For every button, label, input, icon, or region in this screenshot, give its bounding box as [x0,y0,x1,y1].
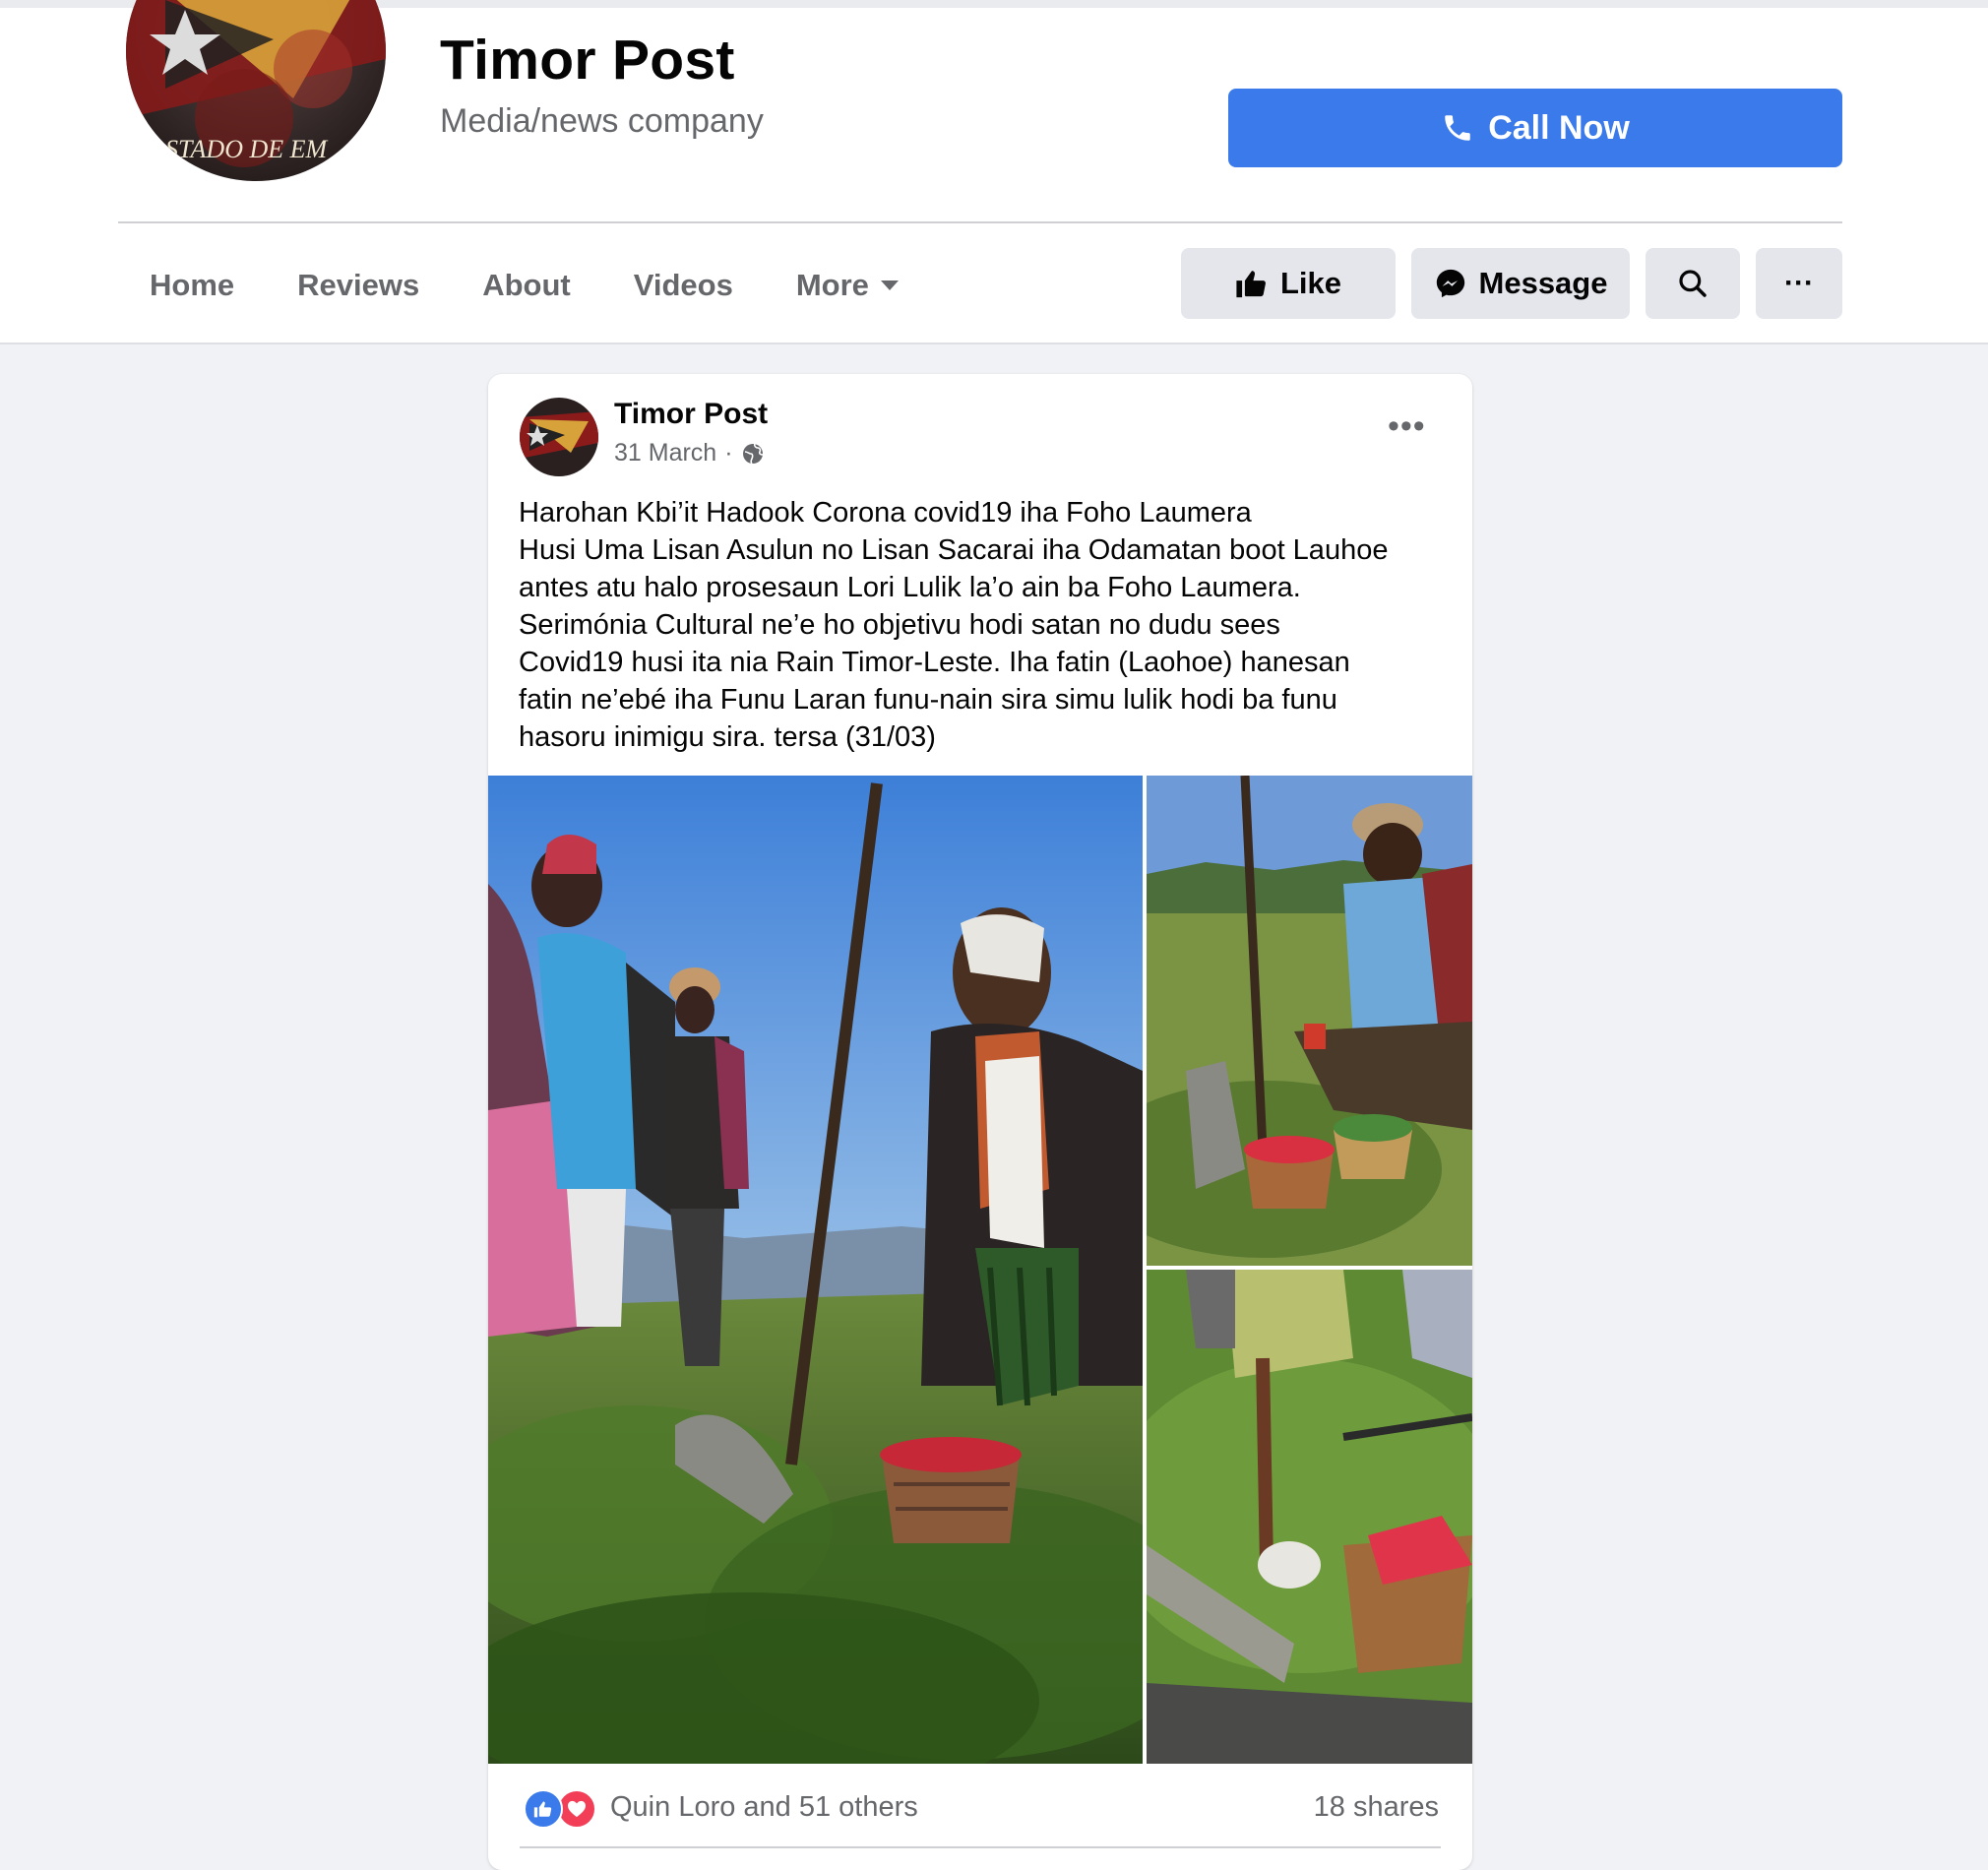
more-options-button[interactable]: ··· [1756,248,1842,319]
basket-photo-image [1147,1270,1472,1764]
ceremony-photo-image [488,776,1143,1764]
page-header: STADO DE EM Timor Post Media/news compan… [0,0,1988,344]
page-nav-tabs: Home Reviews About Videos More [118,248,930,323]
page-profile-picture[interactable]: STADO DE EM [126,0,386,181]
like-reaction-icon [524,1789,563,1829]
post-photo-grid [488,776,1472,1764]
meta-separator: · [724,439,733,467]
more-options-icon: ··· [1784,267,1814,299]
kneeling-man-photo-image [1147,776,1472,1266]
post-text: Harohan Kbi’it Hadook Corona covid19 iha… [519,494,1444,756]
tab-about[interactable]: About [451,268,602,303]
post-text-line: Serimónia Cultural ne’e ho objetivu hodi… [519,609,1280,641]
tab-reviews[interactable]: Reviews [266,268,451,303]
post-text-line: Harohan Kbi’it Hadook Corona covid19 iha… [519,497,1252,529]
post-author-avatar[interactable] [520,398,598,476]
shares-count[interactable]: 18 shares [1314,1791,1439,1824]
reaction-icons[interactable] [524,1789,596,1829]
tab-home[interactable]: Home [118,268,266,303]
timor-flag-logo-small [520,398,598,476]
post-text-line: antes atu halo prosesaun Lori Lulik la’o… [519,572,1301,603]
caret-down-icon [880,280,899,290]
post-text-line: Husi Uma Lisan Asulun no Lisan Sacarai i… [519,534,1389,566]
post-actions-divider [520,1846,1441,1848]
post-text-line: fatin ne’ebé iha Funu Laran funu-nain si… [519,684,1337,716]
reactions-summary[interactable]: Quin Loro and 51 others [610,1791,918,1824]
post-text-line: Covid19 husi ita nia Rain Timor-Leste. I… [519,647,1350,678]
tab-videos[interactable]: Videos [602,268,765,303]
photo-man-kneeling[interactable] [1147,776,1472,1266]
like-page-button[interactable]: Like [1181,248,1396,319]
tab-more[interactable]: More [765,268,930,303]
call-now-label: Call Now [1488,108,1630,147]
message-page-button[interactable]: Message [1411,248,1630,319]
call-now-button[interactable]: Call Now [1228,89,1842,167]
post-author-name[interactable]: Timor Post [614,398,768,431]
post-card: Timor Post 31 March · ••• Harohan Kbi’it… [488,374,1472,1870]
search-icon [1679,270,1707,297]
post-text-line: hasoru inimigu sira. tersa (31/03) [519,721,936,753]
love-reaction-icon [557,1789,596,1829]
messenger-icon [1436,269,1464,298]
page-category: Media/news company [440,102,764,140]
header-divider [118,221,1842,223]
phone-icon [1445,115,1470,141]
message-label: Message [1478,266,1608,300]
post-options-icon[interactable]: ••• [1388,407,1426,446]
timor-flag-logo: STADO DE EM [126,0,386,181]
logo-text: STADO DE EM [165,135,329,163]
tab-more-label: More [795,268,869,302]
thumbs-up-icon [1236,271,1266,298]
like-label: Like [1279,266,1342,300]
post-reactions-bar: Quin Loro and 51 others 18 shares [488,1764,1472,1848]
post-meta: 31 March · [614,439,765,468]
photo-ceremony-main[interactable] [488,776,1143,1764]
post-date[interactable]: 31 March [614,439,716,468]
globe-icon [742,443,763,465]
photo-hands-basket[interactable] [1147,1270,1472,1764]
search-page-button[interactable] [1646,248,1740,319]
page-title: Timor Post [440,29,735,92]
